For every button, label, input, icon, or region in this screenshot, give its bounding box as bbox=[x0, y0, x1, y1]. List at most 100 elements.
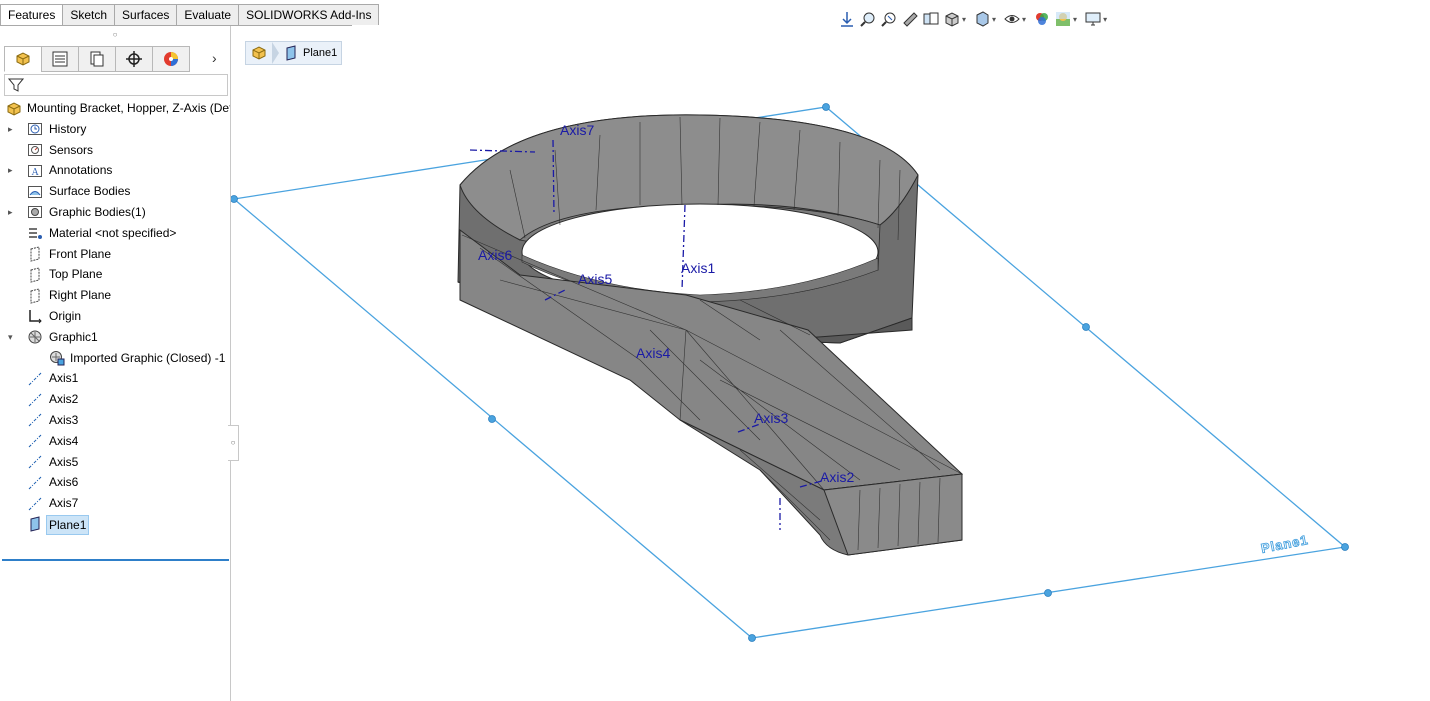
sensors-icon bbox=[26, 142, 44, 159]
tree-item-surface-bodies[interactable]: Surface Bodies bbox=[0, 181, 230, 202]
tree-item-graphic1[interactable]: ▾ Graphic1 bbox=[0, 327, 230, 348]
dimxpert-manager-tab[interactable] bbox=[115, 46, 153, 72]
configuration-manager-tab[interactable] bbox=[78, 46, 116, 72]
plane-handle[interactable] bbox=[1341, 543, 1349, 551]
tree-item-label: Axis1 bbox=[49, 371, 79, 386]
rollback-bar[interactable] bbox=[2, 559, 229, 561]
tab-sketch[interactable]: Sketch bbox=[62, 4, 116, 25]
zoom-to-area-button[interactable] bbox=[859, 10, 877, 28]
tree-item-axis7[interactable]: Axis7 bbox=[0, 493, 230, 514]
plane-handle[interactable] bbox=[488, 415, 496, 423]
zoom-to-fit-button[interactable] bbox=[838, 10, 856, 28]
feature-manager-tab[interactable] bbox=[4, 46, 42, 72]
apply-scene-button[interactable] bbox=[1054, 10, 1072, 28]
more-tabs-chevron-icon[interactable]: › bbox=[212, 50, 217, 66]
expand-arrow-icon[interactable]: ▸ bbox=[8, 202, 18, 223]
axis-label: Axis5 bbox=[578, 271, 612, 287]
dropdown-arrow-icon[interactable]: ▾ bbox=[1103, 15, 1107, 24]
history-icon bbox=[26, 121, 44, 138]
plane-handle[interactable] bbox=[231, 195, 238, 203]
breadcrumb-plane1[interactable]: Plane1 bbox=[279, 42, 341, 64]
tree-item-graphic-bodies[interactable]: ▸ Graphic Bodies(1) bbox=[0, 202, 230, 223]
previous-view-button[interactable] bbox=[880, 10, 898, 28]
expand-arrow-icon[interactable]: ▸ bbox=[8, 160, 18, 181]
plane-handle[interactable] bbox=[822, 103, 830, 111]
tree-item-label: Right Plane bbox=[49, 288, 112, 303]
tree-item-right-plane[interactable]: Right Plane bbox=[0, 285, 230, 306]
collapse-arrow-icon[interactable]: ▾ bbox=[8, 327, 18, 348]
display-manager-icon bbox=[164, 52, 178, 66]
panel-grip[interactable]: ○ bbox=[0, 26, 230, 44]
axis-label: Axis7 bbox=[560, 122, 594, 138]
plane-icon bbox=[26, 246, 44, 263]
graphic-bodies-icon bbox=[26, 204, 44, 221]
tree-item-axis2[interactable]: Axis2 bbox=[0, 389, 230, 410]
tree-item-axis4[interactable]: Axis4 bbox=[0, 431, 230, 452]
material-icon bbox=[26, 225, 44, 242]
tree-item-label: Top Plane bbox=[49, 267, 103, 282]
tree-item-label: Material <not specified> bbox=[49, 225, 177, 240]
view-orientation-button[interactable] bbox=[943, 10, 961, 28]
plane-handle[interactable] bbox=[748, 634, 756, 642]
display-manager-tab[interactable] bbox=[152, 46, 190, 72]
tree-item-plane1[interactable]: Plane1 bbox=[0, 514, 230, 535]
graphics-viewport[interactable]: Plane1 Axis1 Axis2 Axis3 Axis4 Axis5 Axi… bbox=[231, 0, 1430, 701]
zoom-area-icon bbox=[860, 12, 875, 27]
axis-label: Axis3 bbox=[754, 410, 788, 426]
tree-item-axis3[interactable]: Axis3 bbox=[0, 410, 230, 431]
axis-label: Axis6 bbox=[478, 247, 512, 263]
tree-item-label: Axis3 bbox=[49, 412, 79, 427]
configuration-manager-icon bbox=[90, 51, 104, 67]
dropdown-arrow-icon[interactable]: ▾ bbox=[1073, 15, 1077, 24]
edit-appearance-button[interactable] bbox=[1033, 10, 1051, 28]
tree-item-axis6[interactable]: Axis6 bbox=[0, 472, 230, 493]
dynamic-annotation-button[interactable] bbox=[922, 10, 940, 28]
plane-handle[interactable] bbox=[1082, 323, 1090, 331]
tree-item-sensors[interactable]: Sensors bbox=[0, 140, 230, 161]
axis-icon bbox=[26, 454, 44, 471]
tree-item-annotations[interactable]: ▸ A Annotations bbox=[0, 160, 230, 181]
property-manager-tab[interactable] bbox=[41, 46, 79, 72]
feature-tree: Mounting Bracket, Hopper, Z-Axis (Defa ▸… bbox=[0, 98, 230, 535]
tree-item-material[interactable]: Material <not specified> bbox=[0, 223, 230, 244]
plane-icon bbox=[26, 266, 44, 283]
tree-item-label: Origin bbox=[49, 308, 82, 323]
view-orientation-icon bbox=[945, 12, 959, 27]
dropdown-arrow-icon[interactable]: ▾ bbox=[992, 15, 996, 24]
axis-icon bbox=[26, 495, 44, 512]
imported-graphic-model[interactable] bbox=[457, 114, 964, 556]
display-style-button[interactable] bbox=[973, 10, 991, 28]
tree-item-axis1[interactable]: Axis1 bbox=[0, 368, 230, 389]
manager-tabs bbox=[4, 46, 190, 72]
tab-evaluate[interactable]: Evaluate bbox=[176, 4, 240, 25]
tab-surfaces[interactable]: Surfaces bbox=[114, 4, 178, 25]
dropdown-arrow-icon[interactable]: ▾ bbox=[1022, 15, 1026, 24]
expand-arrow-icon[interactable]: ▸ bbox=[8, 119, 18, 140]
hide-show-items-button[interactable] bbox=[1003, 10, 1021, 28]
breadcrumb-separator-icon bbox=[272, 42, 279, 64]
breadcrumb-part[interactable] bbox=[246, 42, 272, 64]
tree-item-label: Axis4 bbox=[49, 433, 79, 448]
feature-filter-input[interactable] bbox=[4, 74, 228, 96]
tree-item-label: Graphic1 bbox=[49, 329, 98, 344]
dropdown-arrow-icon[interactable]: ▾ bbox=[962, 15, 966, 24]
view-settings-button[interactable] bbox=[1084, 10, 1102, 28]
tree-root[interactable]: Mounting Bracket, Hopper, Z-Axis (Defa bbox=[0, 98, 230, 119]
tree-item-label: Front Plane bbox=[49, 246, 112, 261]
plane-handle[interactable] bbox=[1044, 589, 1052, 597]
breadcrumb: Plane1 bbox=[245, 41, 343, 65]
filter-icon bbox=[8, 78, 24, 92]
section-view-button[interactable] bbox=[901, 10, 919, 28]
tree-item-label: Axis7 bbox=[49, 496, 79, 511]
tree-item-front-plane[interactable]: Front Plane bbox=[0, 244, 230, 265]
plane-icon bbox=[286, 45, 296, 61]
tree-item-label: Axis6 bbox=[49, 475, 79, 490]
tab-features[interactable]: Features bbox=[0, 4, 64, 25]
tree-item-imported-graphic[interactable]: Imported Graphic (Closed) -1 bbox=[0, 348, 230, 369]
tree-item-origin[interactable]: Origin bbox=[0, 306, 230, 327]
tree-item-axis5[interactable]: Axis5 bbox=[0, 452, 230, 473]
tree-item-history[interactable]: ▸ History bbox=[0, 119, 230, 140]
surface-bodies-icon bbox=[26, 183, 44, 200]
axis-icon bbox=[26, 370, 44, 387]
tree-item-top-plane[interactable]: Top Plane bbox=[0, 264, 230, 285]
